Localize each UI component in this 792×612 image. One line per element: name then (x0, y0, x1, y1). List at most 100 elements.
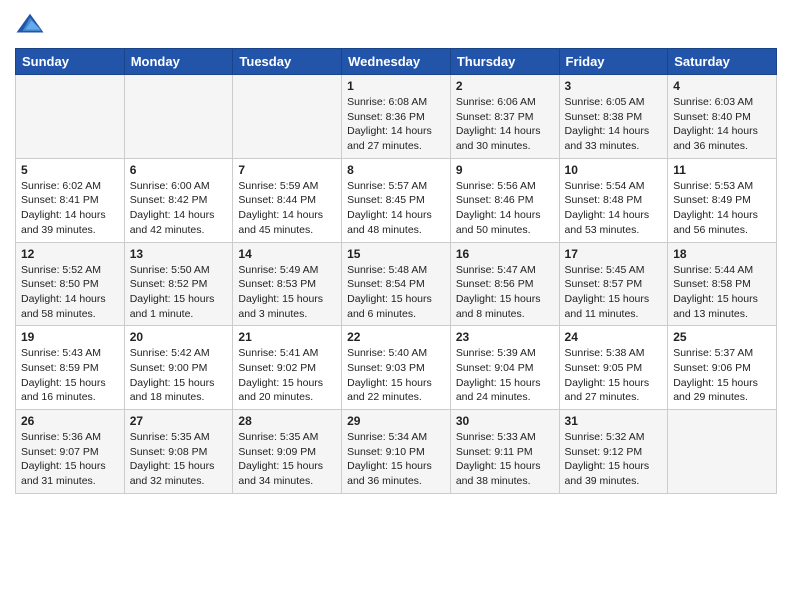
calendar-cell: 21 Sunrise: 5:41 AM Sunset: 9:02 PM Dayli… (233, 326, 342, 410)
week-row-1: 1 Sunrise: 6:08 AM Sunset: 8:36 PM Daylig… (16, 75, 777, 159)
weekday-header-tuesday: Tuesday (233, 49, 342, 75)
day-number: 11 (673, 163, 771, 177)
week-row-2: 5 Sunrise: 6:02 AM Sunset: 8:41 PM Daylig… (16, 158, 777, 242)
day-info: Sunrise: 5:36 AM Sunset: 9:07 PM Dayligh… (21, 430, 119, 489)
calendar-cell: 25 Sunrise: 5:37 AM Sunset: 9:06 PM Dayli… (668, 326, 777, 410)
day-number: 27 (130, 414, 228, 428)
day-number: 21 (238, 330, 336, 344)
day-info: Sunrise: 5:40 AM Sunset: 9:03 PM Dayligh… (347, 346, 445, 405)
calendar-cell: 18 Sunrise: 5:44 AM Sunset: 8:58 PM Dayli… (668, 242, 777, 326)
day-info: Sunrise: 5:42 AM Sunset: 9:00 PM Dayligh… (130, 346, 228, 405)
calendar-cell: 31 Sunrise: 5:32 AM Sunset: 9:12 PM Dayli… (559, 410, 668, 494)
week-row-4: 19 Sunrise: 5:43 AM Sunset: 8:59 PM Dayli… (16, 326, 777, 410)
day-info: Sunrise: 5:41 AM Sunset: 9:02 PM Dayligh… (238, 346, 336, 405)
week-row-3: 12 Sunrise: 5:52 AM Sunset: 8:50 PM Dayli… (16, 242, 777, 326)
calendar-cell (16, 75, 125, 159)
day-info: Sunrise: 5:48 AM Sunset: 8:54 PM Dayligh… (347, 263, 445, 322)
calendar-cell: 22 Sunrise: 5:40 AM Sunset: 9:03 PM Dayli… (342, 326, 451, 410)
day-number: 6 (130, 163, 228, 177)
calendar-cell: 6 Sunrise: 6:00 AM Sunset: 8:42 PM Daylig… (124, 158, 233, 242)
day-number: 16 (456, 247, 554, 261)
day-info: Sunrise: 5:59 AM Sunset: 8:44 PM Dayligh… (238, 179, 336, 238)
day-number: 3 (565, 79, 663, 93)
day-info: Sunrise: 6:06 AM Sunset: 8:37 PM Dayligh… (456, 95, 554, 154)
day-info: Sunrise: 5:53 AM Sunset: 8:49 PM Dayligh… (673, 179, 771, 238)
day-number: 22 (347, 330, 445, 344)
calendar-cell: 5 Sunrise: 6:02 AM Sunset: 8:41 PM Daylig… (16, 158, 125, 242)
weekday-header-saturday: Saturday (668, 49, 777, 75)
calendar-cell: 3Sunrise: 6:05 AM Sunset: 8:38 PM Daylig… (559, 75, 668, 159)
day-info: Sunrise: 5:34 AM Sunset: 9:10 PM Dayligh… (347, 430, 445, 489)
calendar-cell: 13 Sunrise: 5:50 AM Sunset: 8:52 PM Dayli… (124, 242, 233, 326)
day-info: Sunrise: 5:47 AM Sunset: 8:56 PM Dayligh… (456, 263, 554, 322)
weekday-header-row: SundayMondayTuesdayWednesdayThursdayFrid… (16, 49, 777, 75)
calendar-cell: 7 Sunrise: 5:59 AM Sunset: 8:44 PM Daylig… (233, 158, 342, 242)
calendar-cell: 15 Sunrise: 5:48 AM Sunset: 8:54 PM Dayli… (342, 242, 451, 326)
calendar-cell: 27Sunrise: 5:35 AM Sunset: 9:08 PM Dayli… (124, 410, 233, 494)
day-info: Sunrise: 5:50 AM Sunset: 8:52 PM Dayligh… (130, 263, 228, 322)
logo-icon (15, 10, 45, 40)
calendar-cell (233, 75, 342, 159)
day-info: Sunrise: 5:43 AM Sunset: 8:59 PM Dayligh… (21, 346, 119, 405)
day-number: 8 (347, 163, 445, 177)
day-number: 19 (21, 330, 119, 344)
day-number: 31 (565, 414, 663, 428)
weekday-header-monday: Monday (124, 49, 233, 75)
day-info: Sunrise: 6:02 AM Sunset: 8:41 PM Dayligh… (21, 179, 119, 238)
calendar-table: SundayMondayTuesdayWednesdayThursdayFrid… (15, 48, 777, 494)
weekday-header-wednesday: Wednesday (342, 49, 451, 75)
day-number: 5 (21, 163, 119, 177)
day-info: Sunrise: 5:37 AM Sunset: 9:06 PM Dayligh… (673, 346, 771, 405)
day-number: 7 (238, 163, 336, 177)
calendar-cell: 30 Sunrise: 5:33 AM Sunset: 9:11 PM Dayli… (450, 410, 559, 494)
week-row-5: 26Sunrise: 5:36 AM Sunset: 9:07 PM Dayli… (16, 410, 777, 494)
day-number: 18 (673, 247, 771, 261)
day-number: 15 (347, 247, 445, 261)
day-info: Sunrise: 6:08 AM Sunset: 8:36 PM Dayligh… (347, 95, 445, 154)
day-info: Sunrise: 5:56 AM Sunset: 8:46 PM Dayligh… (456, 179, 554, 238)
day-info: Sunrise: 5:35 AM Sunset: 9:09 PM Dayligh… (238, 430, 336, 489)
weekday-header-thursday: Thursday (450, 49, 559, 75)
day-number: 25 (673, 330, 771, 344)
calendar-cell: 4 Sunrise: 6:03 AM Sunset: 8:40 PM Daylig… (668, 75, 777, 159)
day-info: Sunrise: 5:33 AM Sunset: 9:11 PM Dayligh… (456, 430, 554, 489)
day-number: 13 (130, 247, 228, 261)
day-info: Sunrise: 5:32 AM Sunset: 9:12 PM Dayligh… (565, 430, 663, 489)
day-info: Sunrise: 6:03 AM Sunset: 8:40 PM Dayligh… (673, 95, 771, 154)
day-number: 12 (21, 247, 119, 261)
day-number: 17 (565, 247, 663, 261)
calendar-cell: 29 Sunrise: 5:34 AM Sunset: 9:10 PM Dayli… (342, 410, 451, 494)
day-info: Sunrise: 6:00 AM Sunset: 8:42 PM Dayligh… (130, 179, 228, 238)
day-number: 14 (238, 247, 336, 261)
page-header (15, 10, 777, 40)
day-number: 23 (456, 330, 554, 344)
day-info: Sunrise: 5:38 AM Sunset: 9:05 PM Dayligh… (565, 346, 663, 405)
day-info: Sunrise: 5:49 AM Sunset: 8:53 PM Dayligh… (238, 263, 336, 322)
calendar-cell: 11 Sunrise: 5:53 AM Sunset: 8:49 PM Dayli… (668, 158, 777, 242)
day-info: Sunrise: 5:52 AM Sunset: 8:50 PM Dayligh… (21, 263, 119, 322)
calendar-cell: 2 Sunrise: 6:06 AM Sunset: 8:37 PM Daylig… (450, 75, 559, 159)
calendar-cell: 26Sunrise: 5:36 AM Sunset: 9:07 PM Dayli… (16, 410, 125, 494)
calendar-cell: 10Sunrise: 5:54 AM Sunset: 8:48 PM Dayli… (559, 158, 668, 242)
calendar-cell: 24Sunrise: 5:38 AM Sunset: 9:05 PM Dayli… (559, 326, 668, 410)
day-number: 4 (673, 79, 771, 93)
calendar-cell: 20Sunrise: 5:42 AM Sunset: 9:00 PM Dayli… (124, 326, 233, 410)
calendar-cell: 1 Sunrise: 6:08 AM Sunset: 8:36 PM Daylig… (342, 75, 451, 159)
day-number: 29 (347, 414, 445, 428)
calendar-cell: 16 Sunrise: 5:47 AM Sunset: 8:56 PM Dayli… (450, 242, 559, 326)
calendar-cell: 12 Sunrise: 5:52 AM Sunset: 8:50 PM Dayli… (16, 242, 125, 326)
day-info: Sunrise: 5:44 AM Sunset: 8:58 PM Dayligh… (673, 263, 771, 322)
day-number: 10 (565, 163, 663, 177)
weekday-header-sunday: Sunday (16, 49, 125, 75)
calendar-cell (668, 410, 777, 494)
day-number: 2 (456, 79, 554, 93)
day-number: 30 (456, 414, 554, 428)
calendar-cell: 9 Sunrise: 5:56 AM Sunset: 8:46 PM Daylig… (450, 158, 559, 242)
weekday-header-friday: Friday (559, 49, 668, 75)
day-number: 1 (347, 79, 445, 93)
day-number: 9 (456, 163, 554, 177)
day-info: Sunrise: 5:57 AM Sunset: 8:45 PM Dayligh… (347, 179, 445, 238)
calendar-cell: 19 Sunrise: 5:43 AM Sunset: 8:59 PM Dayli… (16, 326, 125, 410)
calendar-cell: 14 Sunrise: 5:49 AM Sunset: 8:53 PM Dayli… (233, 242, 342, 326)
calendar-cell: 28Sunrise: 5:35 AM Sunset: 9:09 PM Dayli… (233, 410, 342, 494)
